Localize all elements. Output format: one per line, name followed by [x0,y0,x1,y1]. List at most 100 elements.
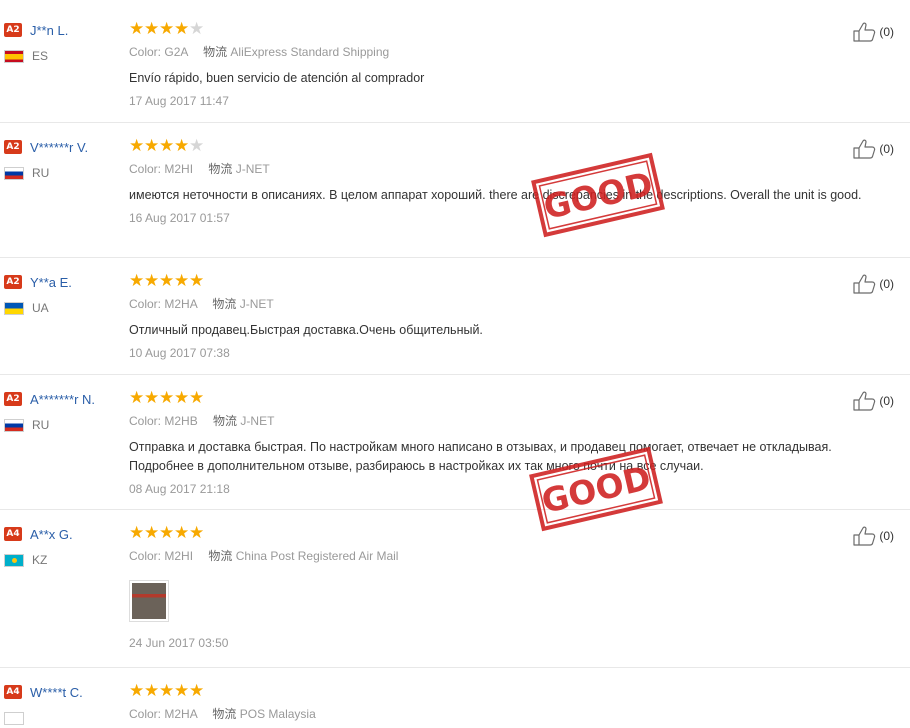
buyer-name[interactable]: Y**a E. [30,275,72,290]
order-info: Color: M2HI 物流 J-NET [129,161,889,177]
review-content: ★ ★ ★ ★ ★ Color: M2HI 物流 J-NET имеются н… [129,137,889,225]
star-filled-icon: ★ [159,523,175,543]
star-filled-icon: ★ [174,136,190,156]
thumbs-up-icon [853,22,877,42]
star-filled-icon: ★ [144,136,160,156]
helpful-button[interactable]: (0) [853,391,894,411]
buyer-info: A2 V******r V. RU [4,137,124,183]
review-text: Envío rápido, buen servicio de atención … [129,71,425,85]
star-filled-icon: ★ [144,523,160,543]
flag-ukraine-icon [4,301,24,315]
star-filled-icon: ★ [129,523,145,543]
flag-icon [4,711,24,725]
color-label: Color: [129,707,162,721]
star-filled-icon: ★ [129,271,145,291]
star-filled-icon: ★ [174,523,190,543]
star-filled-icon: ★ [129,681,145,701]
order-info: Color: M2HI 物流 China Post Registered Air… [129,548,889,564]
review-content: ★ ★ ★ ★ ★ Color: G2A 物流 AliExpress Stand… [129,20,889,108]
star-filled-icon: ★ [159,136,175,156]
star-filled-icon: ★ [144,19,160,39]
buyer-name[interactable]: J**n L. [30,23,68,38]
review-content: ★ ★ ★ ★ ★ Color: M2HA 物流 POS Malaysia [129,682,889,722]
buyer-level-badge: A4 [4,527,22,541]
star-filled-icon: ★ [174,19,190,39]
review-date: 08 Aug 2017 21:18 [129,482,230,496]
star-rating: ★ ★ ★ ★ ★ [129,272,889,290]
helpful-button[interactable]: (0) [853,139,894,159]
buyer-info: A4 W****t C. [4,682,124,728]
shipping-label: 物流 [212,297,237,311]
helpful-count: (0) [879,142,894,156]
helpful-button[interactable]: (0) [853,274,894,294]
buyer-level-badge: A4 [4,685,22,699]
order-info: Color: G2A 物流 AliExpress Standard Shippi… [129,44,889,60]
buyer-info: A4 A**x G. KZ [4,524,124,570]
star-filled-icon: ★ [189,388,205,408]
buyer-name[interactable]: V******r V. [30,140,88,155]
shipping-label: 物流 [212,707,237,721]
shipping-label: 物流 [208,549,233,563]
flag-kazakhstan-icon [4,553,24,567]
color-value: M2HA [164,297,198,311]
review-content: ★ ★ ★ ★ ★ Color: M2HA 物流 J-NET Отличный … [129,272,889,360]
star-rating: ★ ★ ★ ★ ★ [129,389,889,407]
review-text: имеются неточности в описаниях. В целом … [129,188,862,202]
feedback-item: A2 A*******r N. RU ★ ★ ★ ★ ★ Color: M2HB… [0,375,910,510]
color-value: G2A [164,45,188,59]
star-rating: ★ ★ ★ ★ ★ [129,524,889,542]
star-rating: ★ ★ ★ ★ ★ [129,137,889,155]
buyer-country: UA [32,301,49,315]
shipping-value: AliExpress Standard Shipping [230,45,390,59]
buyer-name[interactable]: A**x G. [30,527,73,542]
feedback-list: A2 J**n L. ES ★ ★ ★ ★ ★ Color: G2A 物流 Al… [0,6,910,728]
buyer-info: A2 A*******r N. RU [4,389,124,435]
color-value: M2HA [164,707,198,721]
thumbs-up-icon [853,391,877,411]
star-filled-icon: ★ [129,136,145,156]
feedback-item: A4 A**x G. KZ ★ ★ ★ ★ ★ Color: M2HI 物流 C… [0,510,910,668]
review-content: ★ ★ ★ ★ ★ Color: M2HB 物流 J-NET Отправка … [129,389,889,496]
review-date: 17 Aug 2017 11:47 [129,94,229,108]
review-photo-image [132,583,166,619]
buyer-level-badge: A2 [4,392,22,406]
color-value: M2HB [164,414,198,428]
thumbs-up-icon [853,139,877,159]
star-filled-icon: ★ [159,388,175,408]
buyer-name[interactable]: W****t C. [30,685,83,700]
thumbs-up-icon [853,526,877,546]
helpful-button[interactable]: (0) [853,22,894,42]
helpful-count: (0) [879,25,894,39]
review-text: Отправка и доставка быстрая. По настройк… [129,440,832,473]
review-text: Отличный продавец.Быстрая доставка.Очень… [129,323,483,337]
flag-russia-icon [4,418,24,432]
star-empty-icon: ★ [189,136,205,156]
flag-spain-icon [4,49,24,63]
buyer-country: ES [32,49,49,63]
buyer-name[interactable]: A*******r N. [30,392,95,407]
star-filled-icon: ★ [174,271,190,291]
shipping-label: 物流 [208,162,233,176]
shipping-value: POS Malaysia [239,707,316,721]
feedback-item: A2 V******r V. RU ★ ★ ★ ★ ★ Color: M2HI … [0,123,910,258]
order-info: Color: M2HA 物流 POS Malaysia [129,706,889,722]
star-filled-icon: ★ [189,681,205,701]
helpful-button[interactable]: (0) [853,526,894,546]
feedback-item: A2 Y**a E. UA ★ ★ ★ ★ ★ Color: M2HA 物流 J… [0,258,910,375]
thumbs-up-icon [853,274,877,294]
color-label: Color: [129,162,162,176]
color-label: Color: [129,414,162,428]
star-filled-icon: ★ [129,19,145,39]
star-filled-icon: ★ [159,271,175,291]
color-value: M2HI [164,162,194,176]
star-filled-icon: ★ [129,388,145,408]
review-date: 16 Aug 2017 01:57 [129,211,230,225]
shipping-value: China Post Registered Air Mail [235,549,399,563]
star-filled-icon: ★ [174,681,190,701]
star-filled-icon: ★ [189,523,205,543]
shipping-value: J-NET [239,297,274,311]
shipping-label: 物流 [203,45,228,59]
star-filled-icon: ★ [144,681,160,701]
review-photo-thumbnail[interactable] [129,580,169,622]
star-filled-icon: ★ [159,19,175,39]
